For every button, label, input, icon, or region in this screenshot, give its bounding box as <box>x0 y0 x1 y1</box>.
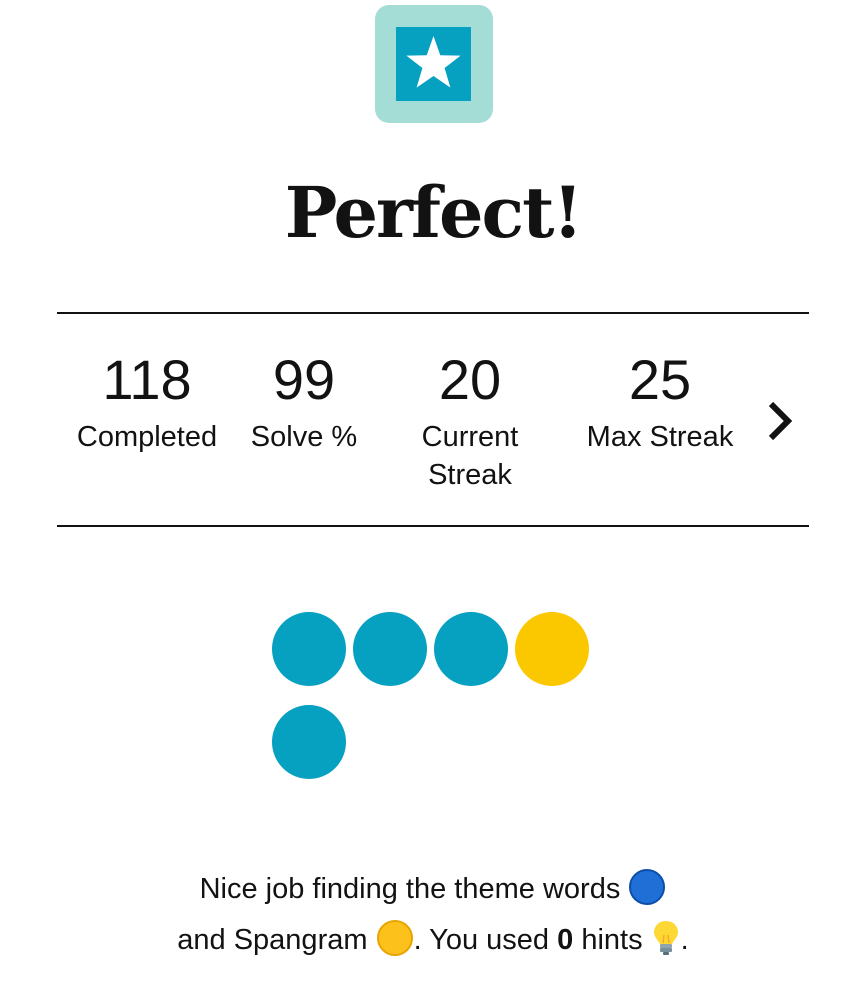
progress-dots <box>272 612 602 782</box>
result-message: Nice job finding the theme words and Spa… <box>0 864 866 966</box>
result-title: Perfect! <box>284 171 584 254</box>
result-badge <box>375 5 493 123</box>
message-text: and Spangram <box>177 924 368 956</box>
stat-value: 118 <box>102 348 192 411</box>
badge-inner-square <box>396 27 471 101</box>
stat-value: 20 <box>438 348 502 411</box>
stats-bottom-divider <box>57 525 809 527</box>
stat-label: Current Streak <box>421 421 519 491</box>
message-text: Nice job finding the theme words <box>199 873 621 905</box>
spangram-dot <box>515 612 589 686</box>
stat-current-streak: 20 Current Streak <box>398 348 542 494</box>
blue-circle-icon <box>628 868 666 906</box>
chevron-right-icon <box>768 401 793 441</box>
theme-word-dot <box>272 612 346 686</box>
message-text: . You used <box>413 924 550 956</box>
stats-next-button[interactable] <box>760 394 800 448</box>
stat-max-streak: 25 Max Streak <box>572 348 748 456</box>
theme-word-dot <box>434 612 508 686</box>
stat-label: Completed <box>76 421 218 453</box>
stat-solve-percent: 99 Solve % <box>242 348 366 456</box>
theme-word-dot <box>353 612 427 686</box>
stat-label: Max Streak <box>586 421 734 453</box>
stat-value: 99 <box>272 348 336 411</box>
stat-value: 25 <box>628 348 692 411</box>
message-text: hints <box>581 924 643 956</box>
stat-completed: 118 Completed <box>64 348 230 456</box>
star-icon <box>406 36 461 88</box>
lightbulb-icon <box>651 919 681 957</box>
theme-word-dot <box>272 705 346 779</box>
hints-count: 0 <box>557 924 574 956</box>
stats-top-divider <box>57 312 809 314</box>
yellow-circle-icon <box>376 919 414 957</box>
stat-label: Solve % <box>250 421 358 453</box>
message-text: . <box>680 924 689 956</box>
